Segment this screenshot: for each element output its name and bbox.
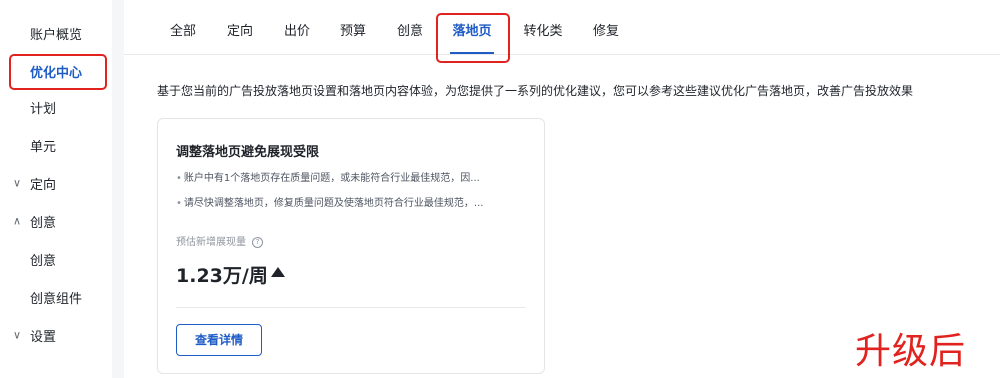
upgrade-annotation: 升级后 <box>855 331 967 372</box>
highlight-box-sidebar <box>9 54 107 90</box>
sidebar-group-targeting[interactable]: ∨ 定向 <box>0 166 112 200</box>
estimate-value: 1.23万/周 <box>176 265 268 287</box>
estimate-label: 预估新增展现量? <box>176 233 263 248</box>
sidebar-item-label: 设置 <box>30 329 57 345</box>
sidebar-group-settings[interactable]: ∨ 设置 <box>0 318 112 352</box>
sidebar-group-creative[interactable]: ∧ 创意 <box>0 204 112 238</box>
sidebar-item-creative-components[interactable]: 创意组件 <box>0 280 112 314</box>
card-title: 调整落地页避免展现受限 <box>176 145 320 160</box>
bullet-dot-icon: • <box>176 198 182 209</box>
view-details-button[interactable]: 查看详情 <box>176 324 262 356</box>
sidebar-item-creative[interactable]: 创意 <box>0 242 112 276</box>
sidebar-item-account-overview[interactable]: 账户概览 <box>0 16 112 50</box>
bullet-text: 账户中有1个落地页存在质量问题，或未能符合行业最佳规范，因... <box>183 173 480 184</box>
sidebar: 账户概览 优化中心 计划 单元 ∨ 定向 ∧ 创意 创意 创意组件 ∨ 设置 <box>0 0 112 378</box>
tab-all[interactable]: 全部 <box>168 0 198 54</box>
tab-bidding[interactable]: 出价 <box>282 0 312 54</box>
chevron-up-icon: ∧ <box>12 214 22 228</box>
page-description: 基于您当前的广告投放落地页设置和落地页内容体验，为您提供了一系列的优化建议，您可… <box>157 84 914 98</box>
chevron-down-icon: ∨ <box>12 328 22 342</box>
sidebar-item-label: 创意组件 <box>30 291 83 307</box>
suggestion-card: 调整落地页避免展现受限 • 账户中有1个落地页存在质量问题，或未能符合行业最佳规范… <box>157 118 545 374</box>
sidebar-item-label: 创意 <box>30 215 57 231</box>
question-circle-icon[interactable]: ? <box>252 236 263 248</box>
sidebar-item-plan[interactable]: 计划 <box>0 90 112 124</box>
tab-conversion[interactable]: 转化类 <box>521 0 565 54</box>
card-divider <box>176 307 526 308</box>
sidebar-item-label: 计划 <box>30 101 57 117</box>
bullet-dot-icon: • <box>176 173 182 184</box>
tab-bar: 全部 定向 出价 预算 创意 落地页 转化类 修复 <box>124 0 1000 63</box>
sidebar-item-unit[interactable]: 单元 <box>0 128 112 162</box>
tab-repair[interactable]: 修复 <box>591 0 621 54</box>
tab-creative[interactable]: 创意 <box>395 0 425 54</box>
card-bullet: • 账户中有1个落地页存在质量问题，或未能符合行业最佳规范，因... <box>176 169 480 184</box>
sidebar-item-label: 账户概览 <box>30 27 83 43</box>
tab-targeting[interactable]: 定向 <box>225 0 255 54</box>
card-bullet: • 请尽快调整落地页，修复质量问题及使落地页符合行业最佳规范，... <box>176 194 483 209</box>
estimate-label-text: 预估新增展现量 <box>176 237 246 248</box>
sidebar-item-label: 定向 <box>30 177 57 193</box>
highlight-box-tab <box>436 13 510 63</box>
sidebar-item-label: 创意 <box>30 253 57 269</box>
sidebar-item-label: 单元 <box>30 139 57 155</box>
tab-budget[interactable]: 预算 <box>338 0 368 54</box>
bullet-text: 请尽快调整落地页，修复质量问题及使落地页符合行业最佳规范，... <box>183 198 484 209</box>
triangle-up-icon <box>271 267 285 277</box>
chevron-down-icon: ∨ <box>12 176 22 190</box>
